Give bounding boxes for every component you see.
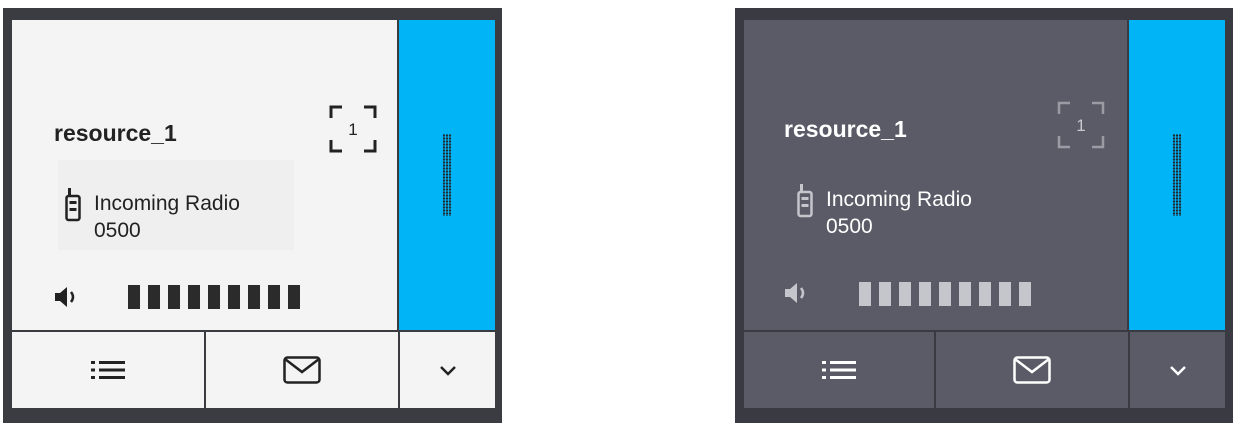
volume-meter[interactable] (859, 282, 1031, 306)
radio-status-text: Incoming Radio 0500 (94, 190, 240, 244)
radio-status-line1: Incoming Radio (94, 192, 240, 215)
chevron-down-icon (439, 365, 457, 376)
volume-meter[interactable] (128, 285, 300, 309)
list-icon (822, 359, 856, 381)
volume-bar (128, 285, 140, 309)
volume-bar (208, 285, 220, 309)
envelope-icon (283, 356, 321, 384)
resource-panel[interactable]: resource_1 1 Incoming Radio 0500 (12, 20, 397, 330)
list-icon (91, 359, 125, 381)
resource-card-dark: resource_1 1 Incoming Radio 0500 (735, 8, 1233, 423)
volume-bar (899, 282, 911, 306)
speaker-icon[interactable] (54, 286, 80, 308)
ptt-strip[interactable] (399, 20, 495, 330)
volume-bar (999, 282, 1011, 306)
radio-status-box: Incoming Radio 0500 (790, 160, 1026, 250)
list-button[interactable] (744, 330, 934, 408)
resource-name: resource_1 (784, 116, 907, 142)
resource-card-light: resource_1 1 Incoming Radio 0500 (3, 8, 502, 423)
radio-icon (65, 188, 81, 222)
message-button[interactable] (934, 330, 1128, 408)
resource-panel[interactable]: resource_1 1 Incoming Radio 0500 (744, 20, 1127, 330)
envelope-icon (1013, 356, 1051, 384)
slot-frame-icon: 1 (328, 104, 378, 154)
volume-bar (228, 285, 240, 309)
radio-status-box: Incoming Radio 0500 (58, 160, 294, 250)
radio-status-line2: 0500 (826, 215, 873, 238)
speaker-icon[interactable] (784, 282, 810, 304)
volume-bar (148, 285, 160, 309)
volume-bar (188, 285, 200, 309)
radio-icon (797, 184, 813, 218)
volume-bar (168, 285, 180, 309)
more-button[interactable] (1128, 330, 1225, 408)
card-action-bar (744, 330, 1225, 408)
volume-bar (939, 282, 951, 306)
volume-bar (288, 285, 300, 309)
card-action-bar (12, 330, 495, 408)
message-button[interactable] (204, 330, 398, 408)
ptt-strip[interactable] (1129, 20, 1225, 330)
volume-bar (1019, 282, 1031, 306)
grip-dots-icon (442, 134, 452, 216)
chevron-down-icon (1169, 365, 1187, 376)
radio-status-line1: Incoming Radio (826, 188, 972, 211)
volume-bar (919, 282, 931, 306)
resource-name: resource_1 (54, 120, 177, 146)
list-button[interactable] (12, 330, 204, 408)
volume-bar (268, 285, 280, 309)
volume-bar (859, 282, 871, 306)
slot-number: 1 (1076, 116, 1085, 135)
more-button[interactable] (398, 330, 495, 408)
slot-number: 1 (348, 120, 357, 139)
slot-frame-icon: 1 (1056, 100, 1106, 150)
volume-bar (979, 282, 991, 306)
radio-status-text: Incoming Radio 0500 (826, 186, 972, 240)
volume-bar (959, 282, 971, 306)
volume-bar (879, 282, 891, 306)
volume-bar (248, 285, 260, 309)
grip-dots-icon (1172, 134, 1182, 216)
radio-status-line2: 0500 (94, 219, 141, 242)
